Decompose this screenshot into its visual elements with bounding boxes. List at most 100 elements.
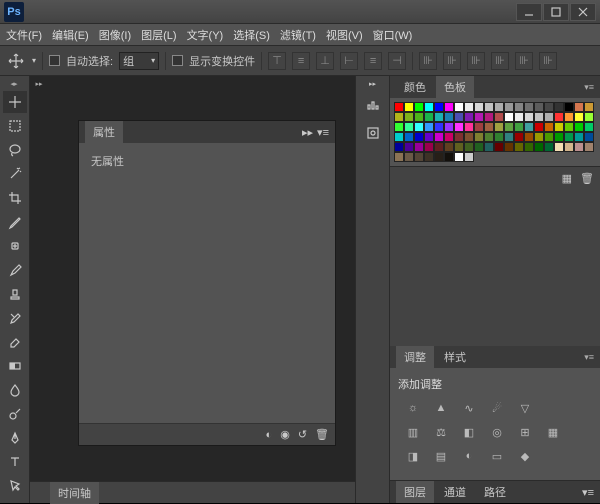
swatch[interactable] [544,102,554,112]
gradient-tool[interactable] [3,355,27,377]
auto-select-dropdown[interactable]: 组▾ [119,52,159,70]
swatch[interactable] [504,142,514,152]
swatch[interactable] [564,112,574,122]
dodge-tool[interactable] [3,403,27,425]
gradient-map-icon[interactable]: ▭ [488,448,506,464]
layers-tab[interactable]: 图层 [396,481,434,503]
swatch[interactable] [554,102,564,112]
swatch[interactable] [504,112,514,122]
adjustments-menu-icon[interactable]: ▾≡ [584,352,594,363]
prop-reset-icon[interactable]: ↺ [298,428,307,441]
swatches-tab[interactable]: 色板 [436,76,474,98]
eraser-tool[interactable] [3,331,27,353]
swatch[interactable] [414,122,424,132]
posterize-icon[interactable]: ▤ [432,448,450,464]
healing-tool[interactable] [3,235,27,257]
swatch[interactable] [574,132,584,142]
brightness-icon[interactable]: ☼ [404,400,422,416]
threshold-icon[interactable]: ◐ [460,448,478,464]
doc-expand-icon[interactable]: ▸▸ [32,80,46,88]
timeline-tab[interactable]: 时间轴 [50,482,99,504]
histogram-icon[interactable] [361,94,385,116]
distribute-2-icon[interactable]: ⊪ [443,52,461,70]
path-select-tool[interactable] [3,475,27,497]
swatch[interactable] [474,132,484,142]
swatch[interactable] [504,132,514,142]
swatch[interactable] [584,112,594,122]
panel-menu-icon[interactable]: ▾≡ [317,126,329,139]
swatch[interactable] [394,112,404,122]
swatch[interactable] [404,122,414,132]
distribute-5-icon[interactable]: ⊪ [515,52,533,70]
tools-collapse-icon[interactable]: ◂▸ [0,80,28,88]
swatch[interactable] [444,102,454,112]
swatch[interactable] [414,142,424,152]
swatch[interactable] [554,142,564,152]
swatch[interactable] [574,112,584,122]
swatch[interactable] [404,102,414,112]
swatch[interactable] [464,152,474,162]
swatch[interactable] [514,112,524,122]
pen-tool[interactable] [3,427,27,449]
prop-clip-icon[interactable]: ◐ [266,429,273,441]
swatch[interactable] [494,132,504,142]
lasso-tool[interactable] [3,139,27,161]
swatch[interactable] [394,102,404,112]
styles-tab[interactable]: 样式 [436,346,474,368]
swatch[interactable] [434,102,444,112]
align-top-icon[interactable]: ⊤ [268,52,286,70]
marquee-tool[interactable] [3,115,27,137]
show-transform-checkbox[interactable] [172,55,183,66]
panel-collapse-icon[interactable]: ▸▸ [302,126,313,139]
close-button[interactable] [570,3,596,21]
swatch[interactable] [524,112,534,122]
swatch[interactable] [424,122,434,132]
swatch[interactable] [514,142,524,152]
swatch[interactable] [584,122,594,132]
swatch[interactable] [514,132,524,142]
swatch[interactable] [484,112,494,122]
invert-icon[interactable]: ◨ [404,448,422,464]
swatch[interactable] [534,102,544,112]
distribute-3-icon[interactable]: ⊪ [467,52,485,70]
type-tool[interactable] [3,451,27,473]
swatch[interactable] [584,142,594,152]
align-vcenter-icon[interactable]: ≡ [292,52,310,70]
swatch[interactable] [444,152,454,162]
swatch[interactable] [404,142,414,152]
swatch[interactable] [534,132,544,142]
swatch[interactable] [424,112,434,122]
eyedropper-tool[interactable] [3,211,27,233]
swatch[interactable] [504,102,514,112]
vibrance-icon[interactable]: ▽ [516,400,534,416]
swatch[interactable] [444,122,454,132]
swatch[interactable] [404,132,414,142]
swatch[interactable] [524,122,534,132]
maximize-button[interactable] [543,3,569,21]
swatch[interactable] [534,142,544,152]
swatch[interactable] [554,132,564,142]
swatch[interactable] [484,102,494,112]
history-brush-tool[interactable] [3,307,27,329]
channels-tab[interactable]: 通道 [436,481,474,503]
swatch[interactable] [424,132,434,142]
swatch[interactable] [394,122,404,132]
menu-window[interactable]: 窗口(W) [373,27,413,43]
swatch[interactable] [564,132,574,142]
swatch[interactable] [504,122,514,132]
layers-menu-icon[interactable]: ▾≡ [582,486,594,499]
swatch[interactable] [394,142,404,152]
color-tab[interactable]: 颜色 [396,76,434,98]
distribute-6-icon[interactable]: ⊪ [539,52,557,70]
swatch[interactable] [514,122,524,132]
curves-icon[interactable]: ∿ [460,400,478,416]
swatch[interactable] [434,132,444,142]
brush-tool[interactable] [3,259,27,281]
menu-filter[interactable]: 滤镜(T) [280,27,316,43]
swatch[interactable] [554,122,564,132]
align-hcenter-icon[interactable]: ≡ [364,52,382,70]
blur-tool[interactable] [3,379,27,401]
swatch[interactable] [554,112,564,122]
color-balance-icon[interactable]: ⚖ [432,424,450,440]
swatch[interactable] [574,142,584,152]
